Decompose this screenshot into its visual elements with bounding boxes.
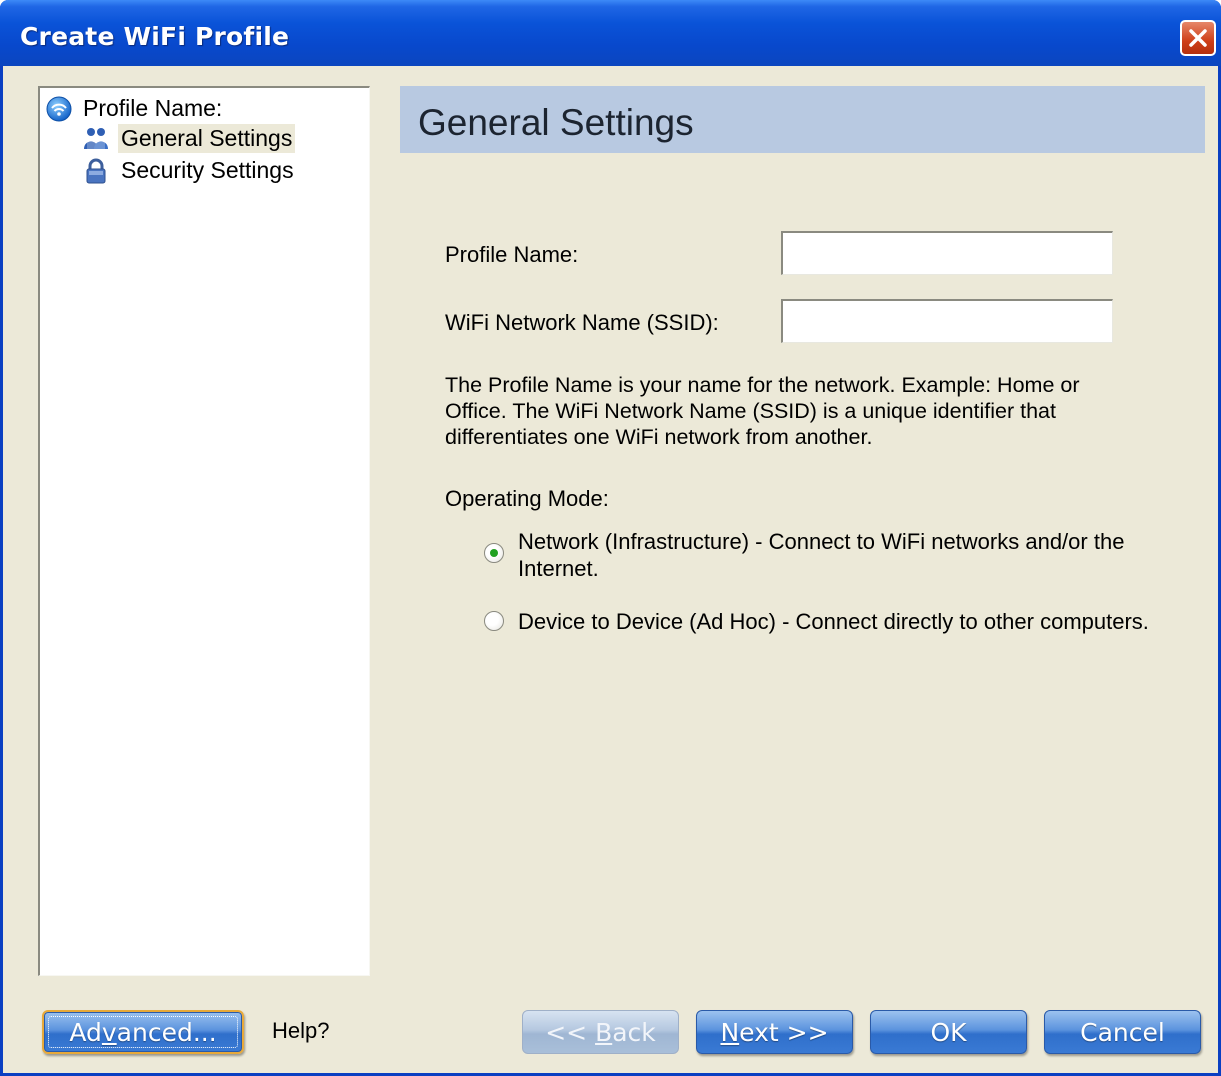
profile-name-input[interactable] xyxy=(781,231,1113,275)
ssid-input[interactable] xyxy=(781,299,1113,343)
tree-item-profile-name[interactable]: Profile Name: xyxy=(46,94,225,123)
tree-item-label: General Settings xyxy=(118,124,296,153)
profile-name-label: Profile Name: xyxy=(445,242,579,267)
ssid-label: WiFi Network Name (SSID): xyxy=(445,310,719,335)
padlock-icon xyxy=(86,158,106,183)
create-wifi-profile-dialog: Create WiFi Profile Profile Name: Genera… xyxy=(0,0,1221,1076)
focus-rectangle xyxy=(48,1016,238,1048)
cancel-button[interactable]: Cancel xyxy=(1044,1010,1201,1054)
people-icon xyxy=(84,127,108,149)
tree-item-general-settings[interactable]: General Settings xyxy=(82,124,296,153)
tree-item-label: Profile Name: xyxy=(83,95,223,121)
infrastructure-radio-label[interactable]: Network (Infrastructure) - Connect to Wi… xyxy=(518,528,1128,582)
button-label: OK xyxy=(930,1017,967,1047)
infrastructure-radio[interactable] xyxy=(484,543,504,563)
ok-button[interactable]: OK xyxy=(870,1010,1027,1054)
tree-item-security-settings[interactable]: Security Settings xyxy=(82,156,297,185)
page-title: General Settings xyxy=(418,102,694,143)
tree-item-label: Security Settings xyxy=(121,157,294,183)
operating-mode-label: Operating Mode: xyxy=(445,486,609,511)
title-bar[interactable]: Create WiFi Profile xyxy=(0,0,1221,66)
navigation-tree[interactable]: Profile Name: General Settings Security … xyxy=(38,86,370,976)
window-title: Create WiFi Profile xyxy=(20,22,290,51)
close-x-icon xyxy=(1189,29,1207,47)
close-button[interactable] xyxy=(1180,20,1216,56)
button-label: Cancel xyxy=(1080,1017,1165,1047)
adhoc-radio-label[interactable]: Device to Device (Ad Hoc) - Connect dire… xyxy=(518,608,1158,635)
next-button[interactable]: Next >> xyxy=(696,1010,853,1054)
button-label: << Back xyxy=(545,1017,656,1047)
section-header: General Settings xyxy=(400,86,1205,153)
profile-description: The Profile Name is your name for the ne… xyxy=(445,373,1080,449)
advanced-button[interactable]: Advanced... xyxy=(42,1010,244,1054)
wifi-globe-icon xyxy=(46,96,72,121)
help-link[interactable]: Help? xyxy=(272,1018,329,1044)
button-label: Next >> xyxy=(720,1017,829,1047)
adhoc-radio[interactable] xyxy=(484,611,504,631)
back-button[interactable]: << Back xyxy=(522,1010,679,1054)
radio-selected-dot xyxy=(490,549,498,557)
